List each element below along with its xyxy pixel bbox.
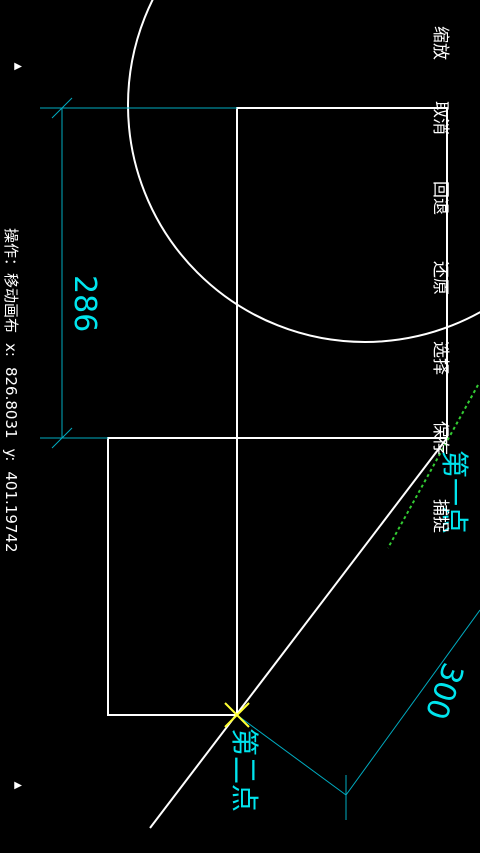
triangle-up-icon[interactable]: ▲ — [12, 63, 23, 71]
status-y-value: 401.19742 — [2, 471, 20, 553]
second-point-label: 第二点 — [228, 728, 261, 813]
drawn-rectangle-lower — [107, 437, 238, 716]
toolbar-zoom[interactable]: 缩放 — [430, 26, 455, 60]
toolbar-undo[interactable]: 回退 — [430, 181, 455, 215]
drawing-canvas[interactable] — [0, 0, 480, 853]
triangle-up-icon[interactable]: ▲ — [12, 782, 23, 790]
status-bar: 操作：移动画布 x: 826.8031 y: 401.19742 — [1, 228, 22, 563]
dimension-vertical — [40, 97, 237, 449]
toolbar-save[interactable]: 保存 — [430, 421, 455, 455]
toolbar-cancel[interactable]: 取消 — [430, 101, 455, 135]
toolbar-select[interactable]: 选择 — [430, 341, 455, 375]
dimension-vertical-label: 286 — [67, 275, 102, 333]
status-operation: 操作：移动画布 — [2, 228, 20, 334]
status-y-label: y: — [2, 448, 20, 462]
status-x-value: 826.8031 — [2, 366, 20, 439]
toolbar-redo[interactable]: 还原 — [430, 261, 455, 295]
drawn-rectangle-upper — [236, 107, 448, 439]
toolbar-snap[interactable]: 捕捉 — [430, 499, 455, 533]
drawn-circle — [127, 0, 480, 343]
status-x-label: x: — [2, 343, 20, 357]
drawn-diagonal-line — [149, 437, 448, 829]
